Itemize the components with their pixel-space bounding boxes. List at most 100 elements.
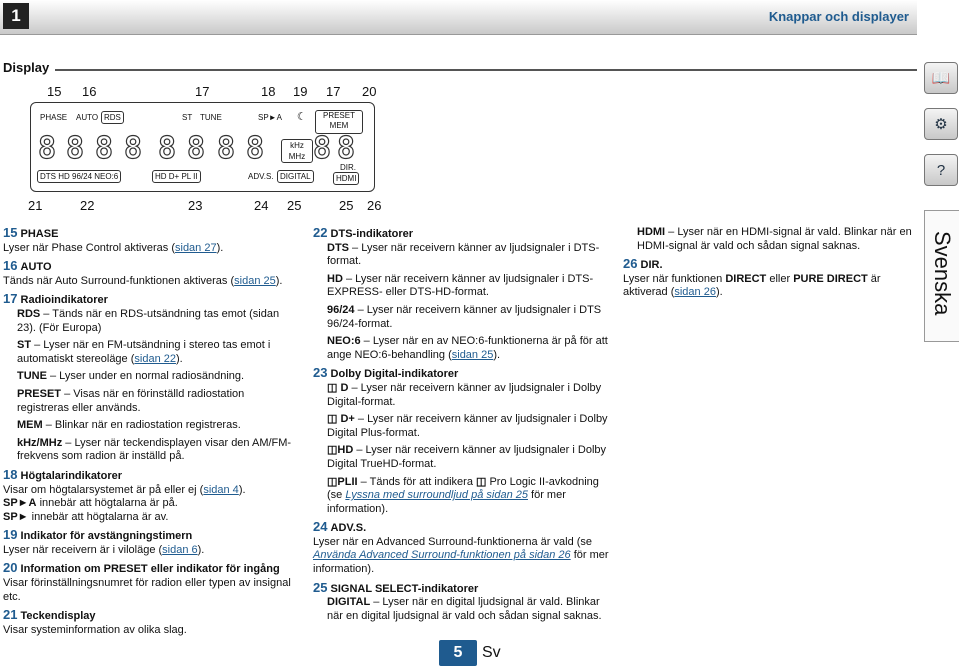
item-heading: Teckendisplay [20, 610, 96, 623]
item-number: 19 [3, 527, 18, 543]
term: D+ [340, 413, 355, 426]
item-number: 21 [3, 607, 18, 623]
auto-indicator: AUTO [76, 113, 99, 122]
item-text: Visar förinställningsnumret för radion e… [3, 577, 291, 603]
page-link[interactable]: sidan 4 [203, 484, 238, 496]
page-language: Sv [482, 644, 501, 661]
item-number: 22 [313, 225, 328, 240]
item-text: Tänds när Auto Surround-funktionen aktiv… [3, 274, 235, 287]
item-number: 23 [313, 365, 328, 381]
item-heading: Indikator för avstängningstimern [20, 530, 193, 543]
char-digit: 8 [216, 131, 236, 166]
page-link[interactable]: sidan 6 [162, 544, 197, 556]
item-heading: ADV.S. [330, 522, 367, 535]
item-text: Lyser när en Advanced Surround-funktione… [313, 535, 593, 548]
page-link[interactable]: Använda Advanced Surround-funktionen på … [313, 549, 571, 561]
callout: 17 [195, 84, 210, 99]
section-divider [55, 69, 917, 71]
item-heading: Högtalarindikatorer [20, 469, 122, 482]
help-icon[interactable]: ? [924, 154, 958, 186]
rds-indicator: RDS [101, 111, 124, 124]
item-text: Lyser när Phase Control aktiveras ( [3, 241, 175, 254]
item-number: 24 [313, 519, 328, 535]
item-heading: DIR. [640, 259, 663, 272]
dolby-icon: ◫ [327, 444, 338, 457]
chapter-number: 1 [3, 3, 29, 29]
khz-indicator: kHz [290, 141, 304, 150]
term: 96/24 [327, 303, 355, 316]
callout: 26 [367, 198, 382, 213]
callout: 17 [326, 84, 341, 99]
term: HD [327, 272, 343, 285]
preset-indicator: PRESET [322, 111, 355, 120]
item-number: 20 [3, 560, 18, 576]
item-heading: DTS-indikatorer [330, 228, 414, 240]
term: ST [17, 339, 32, 352]
term: SP► [3, 510, 29, 523]
page-number: 5 [439, 640, 477, 666]
item-number: 18 [3, 466, 18, 482]
item-heading: Radioindikatorer [20, 294, 108, 307]
item-text: ). [197, 543, 205, 556]
item-number: 17 [3, 291, 18, 307]
item-text: ). [275, 274, 283, 287]
page-link[interactable]: sidan 25 [234, 275, 276, 287]
char-digit: 8 [123, 131, 143, 166]
term: HDMI [637, 226, 666, 238]
item-heading: Information om PRESET eller indikator fö… [20, 563, 280, 576]
sleep-icon: ☾ [296, 111, 307, 123]
page-link[interactable]: sidan 27 [175, 242, 217, 254]
item-number: 16 [3, 258, 18, 274]
callout: 23 [188, 198, 203, 213]
language-tab: Svenska [924, 210, 959, 342]
item-text: – Lyser när receivern känner av ljudsign… [327, 381, 602, 408]
page-link[interactable]: sidan 22 [134, 353, 176, 365]
item-heading: AUTO [20, 261, 52, 274]
item-text: – Lyser när en HDMI-signal är vald. Blin… [637, 226, 912, 252]
dolby-icon: ◫ [476, 475, 487, 488]
mem-indicator: MEM [329, 121, 349, 130]
item-text: – Lyser när receivern känner av ljudsign… [327, 444, 607, 470]
term: NEO:6 [327, 335, 361, 348]
dts-indicators: DTS HD 96/24 NEO:6 [37, 170, 122, 183]
term: RDS [17, 307, 41, 320]
dolby-icon: ◫ [327, 381, 338, 394]
callout: 25 [339, 198, 354, 213]
item-number: 15 [3, 225, 18, 240]
callout: 24 [254, 198, 269, 213]
item-heading: Dolby Digital-indikatorer [330, 368, 459, 381]
term: kHz/MHz [17, 436, 63, 449]
item-text: – Lyser när receivern känner av ljudsign… [327, 303, 602, 330]
item-text: – Lyser när receivern känner av ljudsign… [327, 272, 594, 299]
column-middle: 22 DTS-indikatorer DTS – Lyser när recei… [313, 226, 609, 627]
page-link[interactable]: Lyssna med surroundljud på sidan 25 [345, 489, 528, 501]
book-icon[interactable]: 📖 [924, 62, 958, 94]
section-title: Display [3, 60, 50, 75]
item-text: – Blinkar när en radiostation registrera… [42, 419, 241, 432]
tune-indicator: TUNE [200, 113, 222, 122]
char-digit: 8 [65, 131, 85, 166]
term: SP►A [3, 497, 37, 510]
settings-icon[interactable]: ⚙ [924, 108, 958, 140]
term: MEM [17, 419, 43, 432]
callout: 15 [47, 84, 62, 99]
item-heading: SIGNAL SELECT-indikatorer [330, 582, 479, 595]
term: DTS [327, 241, 349, 254]
char-digit: 8 [94, 131, 114, 166]
term: PLII [337, 475, 358, 488]
item-text: ). [216, 241, 224, 254]
term: HD [337, 444, 354, 457]
item-text: eller [766, 272, 794, 285]
mhz-indicator: MHz [288, 152, 306, 161]
page-link[interactable]: sidan 25 [452, 349, 494, 361]
callout: 25 [287, 198, 302, 213]
language-label: Svenska [930, 231, 955, 316]
page-link[interactable]: sidan 26 [674, 286, 716, 298]
callout: 19 [293, 84, 308, 99]
st-indicator: ST [182, 113, 193, 122]
item-text: innebär att högtalarna är på. [36, 497, 178, 510]
item-text: Visar om högtalarsystemet är på eller ej… [3, 483, 204, 496]
char-digit: 8 [186, 131, 206, 166]
item-heading: PHASE [20, 228, 59, 240]
item-text: – Lyser när receivern känner av ljudsign… [327, 413, 608, 439]
